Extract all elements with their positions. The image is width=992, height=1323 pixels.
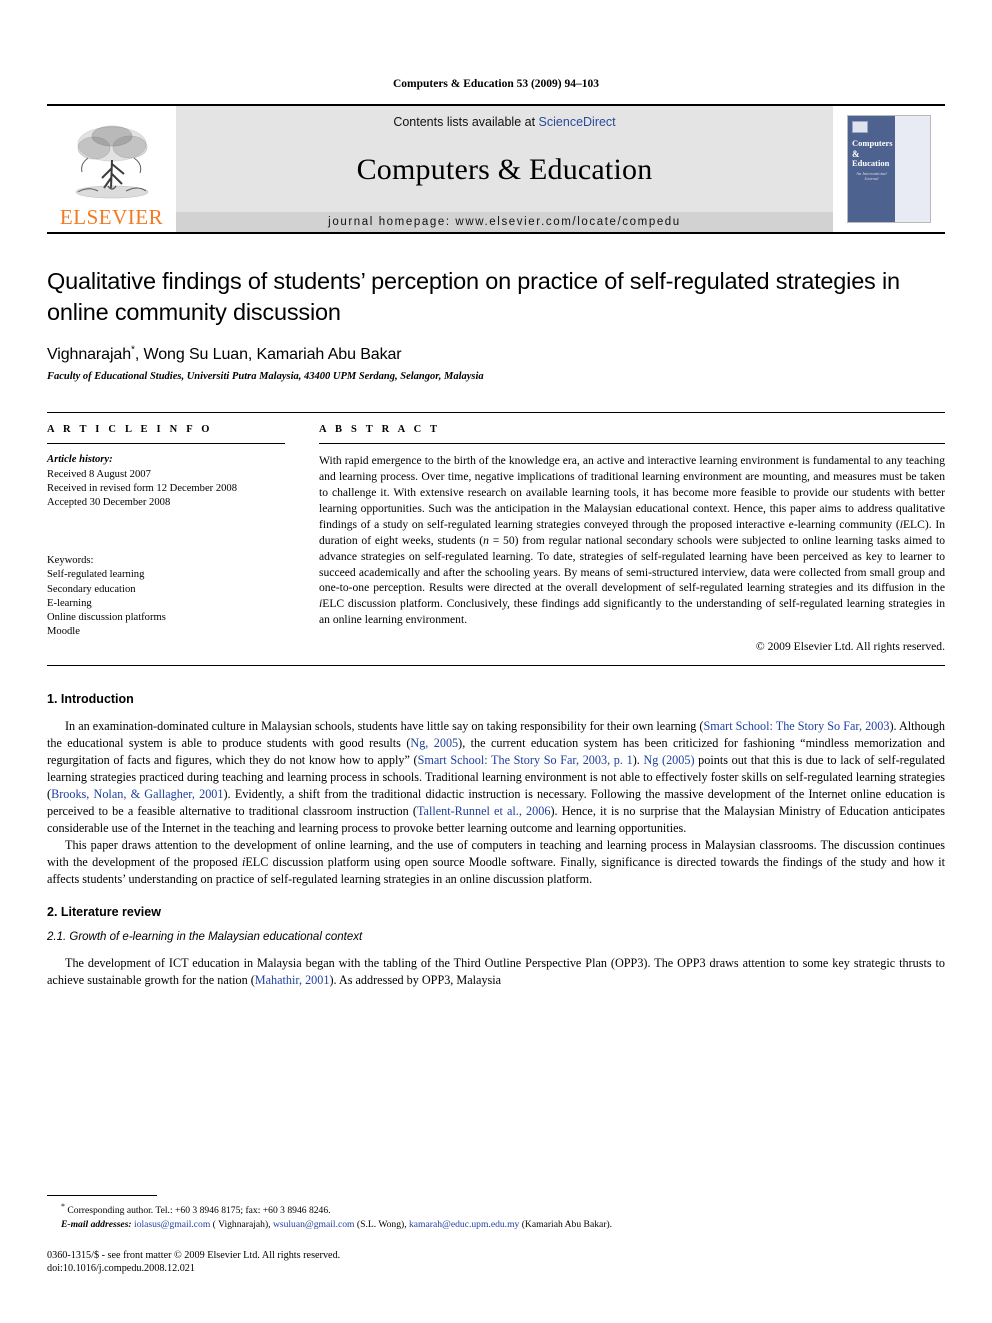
author-list: Vighnarajah*, Wong Su Luan, Kamariah Abu… <box>47 345 945 364</box>
email-name-2: (S.L. Wong), <box>354 1218 409 1230</box>
sciencedirect-link[interactable]: ScienceDirect <box>539 115 616 129</box>
citation-smart-school-2003-p1[interactable]: Smart School: The Story So Far, 2003, p.… <box>418 753 633 767</box>
issn-front-matter: 0360-1315/$ - see front matter © 2009 El… <box>47 1249 341 1261</box>
cover-badge <box>912 208 913 212</box>
author-names: Vighnarajah*, Wong Su Luan, Kamariah Abu… <box>47 345 402 364</box>
section-heading-introduction: 1. Introduction <box>47 692 134 707</box>
cover-left-panel: Computers & Education An International J… <box>848 116 895 222</box>
imprint-block: 0360-1315/$ - see front matter © 2009 El… <box>47 1249 945 1276</box>
cover-publisher-mark-icon <box>852 121 868 133</box>
journal-cover-thumbnail: Computers & Education An International J… <box>833 106 945 232</box>
footnote-star: * <box>61 1201 65 1211</box>
elsevier-tree-icon <box>64 118 160 206</box>
article-info-rule <box>47 443 285 445</box>
citation-brooks-2001[interactable]: Brooks, Nolan, & Gallagher, 2001 <box>51 787 223 801</box>
journal-homepage-link[interactable]: journal homepage: www.elsevier.com/locat… <box>176 212 833 232</box>
keyword-item: Self-regulated learning <box>47 569 145 581</box>
section-heading-literature-review: 2. Literature review <box>47 904 161 919</box>
affiliation: Faculty of Educational Studies, Universi… <box>47 371 484 383</box>
article-title: Qualitative findings of students’ percep… <box>47 268 900 325</box>
doi-line[interactable]: doi:10.1016/j.compedu.2008.12.021 <box>47 1262 945 1275</box>
keyword-item: Secondary education <box>47 583 136 595</box>
cover-subtitle: An International Journal <box>856 171 887 182</box>
elsevier-logo: ELSEVIER <box>47 106 176 232</box>
abstract-column: A B S T R A C T With rapid emergence to … <box>319 424 945 653</box>
abstract-part-4: ELC discussion platform. Conclusively, t… <box>319 597 945 627</box>
cover-title-line1: Computers <box>852 138 893 148</box>
email-link-2[interactable]: wsuluan@gmail.com <box>273 1219 355 1230</box>
abstract-part-1: With rapid emergence to the birth of the… <box>319 454 945 531</box>
corresponding-author-note: * Corresponding author. Tel.: +60 3 8946… <box>47 1201 945 1218</box>
article-info-column: A R T I C L E I N F O Article history: R… <box>47 424 285 653</box>
p1-t1: In an examination-dominated culture in M… <box>65 719 704 734</box>
citation-smart-school-2003[interactable]: Smart School: The Story So Far, 2003 <box>703 719 889 733</box>
history-revised: Received in revised form 12 December 200… <box>47 482 238 494</box>
cover-right-panel <box>894 116 930 222</box>
keyword-item: E-learning <box>47 597 92 609</box>
keyword-item: Online discussion platforms <box>47 611 166 623</box>
email-name-3: (Kamariah Abu Bakar). <box>519 1218 613 1230</box>
abstract-text: With rapid emergence to the birth of the… <box>319 453 945 628</box>
journal-masthead: ELSEVIER Contents lists available at Sci… <box>47 104 945 232</box>
email-label: E-mail addresses: <box>61 1218 132 1230</box>
email-name-1: ( Vighnarajah), <box>210 1218 273 1230</box>
intro-paragraph-1: In an examination-dominated culture in M… <box>47 718 945 837</box>
contents-available-line: Contents lists available at ScienceDirec… <box>393 115 615 129</box>
keywords-block: Keywords: Self-regulated learning Second… <box>47 554 285 639</box>
email-addresses-note: E-mail addresses: iolasus@gmail.com ( Vi… <box>47 1218 945 1232</box>
literature-paragraph-1: The development of ICT education in Mala… <box>47 955 945 989</box>
subsection-heading-growth-of-elearning: 2.1. Growth of e-learning in the Malaysi… <box>47 930 363 943</box>
title-block: Qualitative findings of students’ percep… <box>47 266 945 382</box>
email-link-1[interactable]: iolasus@gmail.com <box>134 1219 210 1230</box>
article-info-label: A R T I C L E I N F O <box>47 424 213 436</box>
info-abstract-block: A R T I C L E I N F O Article history: R… <box>47 412 945 667</box>
email-link-3[interactable]: kamarah@educ.upm.edu.my <box>409 1219 519 1230</box>
elsevier-wordmark: ELSEVIER <box>59 205 164 229</box>
history-received: Received 8 August 2007 <box>47 468 151 480</box>
corresponding-author-text: Corresponding author. Tel.: +60 3 8946 8… <box>67 1204 331 1216</box>
citation-mahathir-2001[interactable]: Mahathir, 2001 <box>255 973 330 987</box>
running-head: Computers & Education 53 (2009) 94–103 <box>392 78 600 90</box>
article-body: 1. Introduction In an examination-domina… <box>47 692 945 988</box>
masthead-bottom-rule <box>47 232 945 234</box>
contents-prefix: Contents lists available at <box>393 115 536 129</box>
keywords-label: Keywords: <box>47 555 94 567</box>
journal-title: Computers & Education <box>356 152 653 186</box>
history-accepted: Accepted 30 December 2008 <box>47 496 171 508</box>
lit-t2: ). As addressed by OPP3, Malaysia <box>329 972 502 987</box>
abstract-rule <box>319 443 945 445</box>
cover-title-line2: Education <box>852 157 890 168</box>
abstract-copyright: © 2009 Elsevier Ltd. All rights reserved… <box>755 640 945 654</box>
citation-tallent-runnel-2006[interactable]: Tallent-Runnel et al., 2006 <box>417 804 551 818</box>
article-history: Article history: Received 8 August 2007 … <box>47 453 285 510</box>
article-page: Computers & Education 53 (2009) 94–103 E… <box>0 0 992 1323</box>
abstract-label: A B S T R A C T <box>319 424 441 436</box>
footnote-block: * Corresponding author. Tel.: +60 3 8946… <box>47 1194 945 1276</box>
cover-image: Computers & Education An International J… <box>847 115 931 223</box>
keyword-item: Moodle <box>47 626 80 638</box>
p1-t4: ). <box>632 752 644 767</box>
footnote-rule <box>47 1194 157 1196</box>
journal-banner: Contents lists available at ScienceDirec… <box>176 106 833 232</box>
author-footnote-marker: * <box>131 345 135 357</box>
intro-paragraph-2: This paper draws attention to the develo… <box>47 837 945 888</box>
citation-ng-2005-inline[interactable]: Ng (2005) <box>643 753 694 767</box>
citation-ng-2005[interactable]: Ng, 2005 <box>410 736 458 750</box>
article-history-label: Article history: <box>47 454 113 466</box>
